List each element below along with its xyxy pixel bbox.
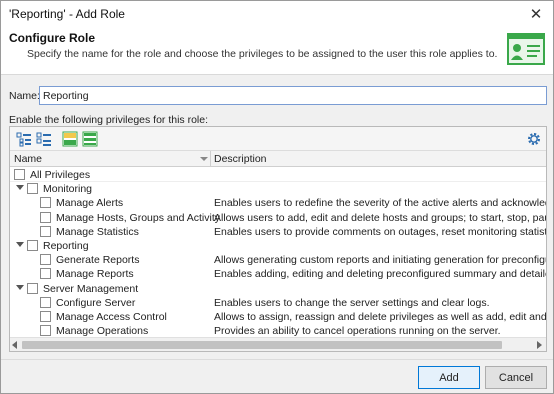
privileges-tree: All Privileges Monitoring Manage Alerts Ena… (10, 168, 546, 336)
wizard-header: Configure Role Specify the name for the … (1, 27, 553, 75)
privilege-checkbox[interactable] (40, 268, 51, 280)
privilege-row[interactable]: Reporting (10, 239, 546, 253)
privilege-name: Server Management (43, 282, 139, 295)
privilege-name: Manage Hosts, Groups and Activity (56, 211, 220, 224)
column-description-header[interactable]: Description (214, 153, 267, 165)
privilege-name: Monitoring (43, 183, 93, 196)
privilege-checkbox[interactable] (40, 225, 51, 237)
grid-toolbar (10, 127, 546, 151)
privilege-row[interactable]: Server Management (10, 282, 546, 296)
privilege-checkbox[interactable] (27, 240, 38, 251)
privilege-description: Allows users to add, edit and delete hos… (214, 211, 546, 224)
privilege-row[interactable]: Manage Hosts, Groups and Activity Allows … (10, 211, 546, 225)
scroll-right-icon[interactable] (537, 341, 542, 349)
name-label: Name: (9, 90, 40, 102)
role-name-input[interactable] (39, 86, 547, 105)
privilege-checkbox[interactable] (40, 254, 51, 266)
scroll-left-icon[interactable] (12, 341, 17, 349)
privilege-name: Manage Operations (56, 325, 149, 336)
privilege-description: Allows to assign, reassign and delete pr… (214, 311, 546, 323)
privilege-name: Manage Access Control (56, 311, 167, 323)
privilege-description: Enables users to redefine the severity o… (214, 197, 546, 210)
footer-divider (1, 359, 553, 360)
page-description: Specify the name for the role and choose… (27, 48, 498, 60)
expand-all-icon[interactable] (16, 131, 32, 147)
column-name-header[interactable]: Name (14, 153, 42, 165)
privilege-checkbox[interactable] (40, 296, 51, 308)
privilege-row[interactable]: Manage Statistics Enables users to provid… (10, 225, 546, 239)
scrollbar-thumb[interactable] (22, 341, 502, 349)
chevron-down-icon[interactable] (16, 284, 24, 290)
role-card-icon (507, 33, 545, 65)
horizontal-scrollbar[interactable] (10, 337, 546, 351)
privilege-description: Enables adding, editing and deleting pre… (214, 268, 546, 281)
privilege-row[interactable]: Manage Access Control Allows to assign, r… (10, 310, 546, 324)
column-divider[interactable] (210, 151, 211, 167)
privilege-name: Manage Alerts (56, 197, 124, 210)
collapse-all-icon[interactable] (36, 131, 52, 147)
page-title: Configure Role (9, 31, 95, 45)
close-icon[interactable]: ✕ (519, 1, 553, 27)
privilege-checkbox[interactable] (14, 169, 25, 180)
privilege-name: All Privileges (30, 169, 91, 181)
window-title: 'Reporting' - Add Role (9, 7, 125, 21)
privilege-row[interactable]: Generate Reports Allows generating custom… (10, 253, 546, 267)
privilege-description: Provides an ability to cancel operations… (214, 325, 501, 336)
privilege-row[interactable]: Manage Reports Enables adding, editing an… (10, 267, 546, 281)
privilege-description: Enables users to provide comments on out… (214, 225, 546, 238)
privilege-checkbox[interactable] (27, 282, 38, 294)
select-all-icon[interactable] (62, 131, 78, 147)
chevron-down-icon[interactable] (16, 242, 24, 247)
privilege-row[interactable]: Manage Alerts Enables users to redefine t… (10, 196, 546, 210)
privilege-description: Enables users to change the server setti… (214, 296, 490, 309)
privilege-name: Generate Reports (56, 254, 140, 267)
chevron-down-icon[interactable] (16, 185, 24, 191)
privilege-row[interactable]: All Privileges (10, 168, 546, 182)
add-role-dialog: 'Reporting' - Add Role ✕ Configure Role … (0, 0, 554, 394)
privilege-row[interactable]: Monitoring (10, 182, 546, 196)
gear-icon[interactable] (526, 131, 542, 147)
privilege-checkbox[interactable] (27, 183, 38, 195)
privilege-row[interactable]: Manage Operations Provides an ability to … (10, 324, 546, 336)
privilege-checkbox[interactable] (40, 197, 51, 209)
privilege-name: Configure Server (56, 296, 136, 309)
privileges-label: Enable the following privileges for this… (9, 114, 209, 126)
sort-indicator-icon (200, 157, 208, 161)
privilege-description: Allows generating custom reports and ini… (214, 254, 546, 267)
privileges-grid: Name Description All Privileges Monitorin… (9, 126, 547, 352)
privilege-checkbox[interactable] (40, 311, 51, 322)
privilege-checkbox[interactable] (40, 325, 51, 336)
privilege-name: Manage Statistics (56, 225, 139, 238)
privilege-name: Manage Reports (56, 268, 134, 281)
title-bar: 'Reporting' - Add Role ✕ (1, 1, 553, 27)
add-button[interactable]: Add (418, 366, 480, 389)
deselect-all-icon[interactable] (82, 131, 98, 147)
privilege-row[interactable]: Configure Server Enables users to change … (10, 296, 546, 310)
privilege-checkbox[interactable] (40, 211, 51, 223)
grid-column-header: Name Description (10, 151, 546, 167)
cancel-button[interactable]: Cancel (485, 366, 547, 389)
privilege-name: Reporting (43, 240, 89, 252)
